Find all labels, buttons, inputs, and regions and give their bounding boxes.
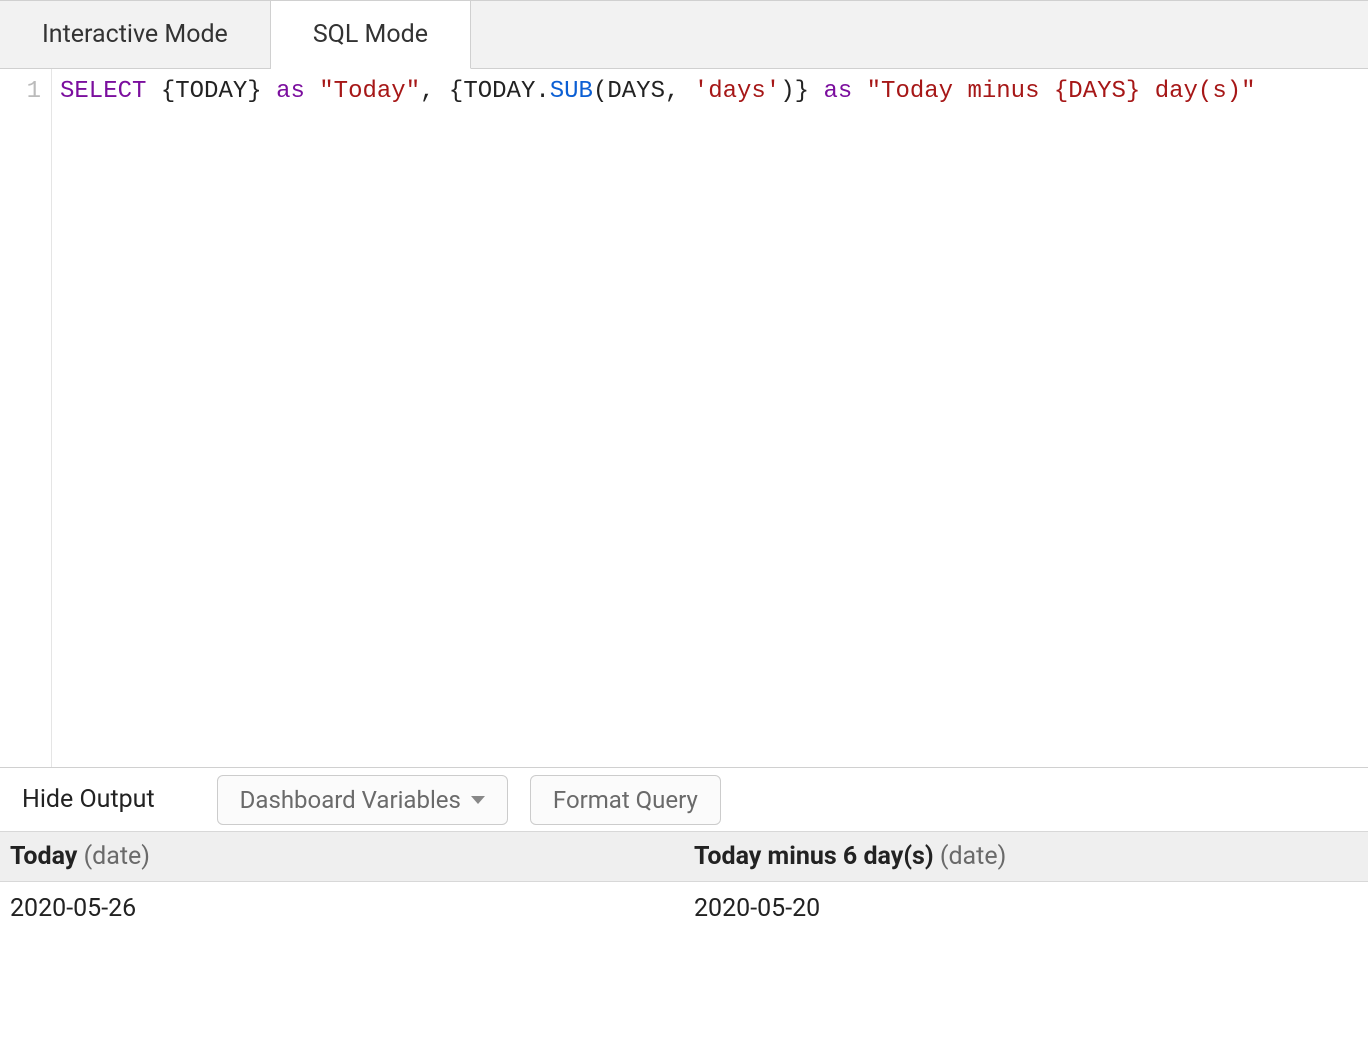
results-table: Today (date) Today minus 6 day(s) (date)… — [0, 831, 1368, 935]
sql-paren-open: ( — [593, 78, 607, 105]
sql-space — [146, 78, 160, 105]
sql-comma: , — [420, 78, 434, 105]
sql-string-today: "Today" — [319, 78, 420, 105]
sql-brace-close: } — [247, 78, 261, 105]
column-name: Today — [10, 842, 77, 871]
sql-ident-today: TODAY — [463, 78, 535, 105]
sql-keyword-as: as — [823, 78, 852, 105]
column-type-value: (date) — [940, 842, 1006, 871]
column-header-today[interactable]: Today (date) — [0, 832, 684, 882]
sql-brace-close: } — [795, 78, 809, 105]
sql-space — [852, 78, 866, 105]
output-toolbar: Hide Output Dashboard Variables Format Q… — [0, 767, 1368, 831]
chevron-down-icon — [471, 796, 485, 804]
sql-comma: , — [665, 78, 679, 105]
format-query-label: Format Query — [553, 786, 698, 814]
sql-brace-open: { — [161, 78, 175, 105]
sql-keyword-select: SELECT — [60, 78, 146, 105]
table-header-row: Today (date) Today minus 6 day(s) (date) — [0, 832, 1368, 882]
sql-string-days: 'days' — [694, 78, 780, 105]
sql-editor[interactable]: 1 SELECT {TODAY} as "Today", {TODAY.SUB(… — [0, 69, 1368, 767]
sql-space — [679, 78, 693, 105]
hide-output-button[interactable]: Hide Output — [22, 785, 155, 814]
column-type-value: (date) — [84, 842, 150, 871]
sql-brace-open: { — [449, 78, 463, 105]
table-row: 2020-05-26 2020-05-20 — [0, 882, 1368, 936]
sql-space — [305, 78, 319, 105]
dashboard-variables-label: Dashboard Variables — [240, 786, 461, 814]
cell-today: 2020-05-26 — [0, 882, 684, 936]
sql-dot: . — [535, 78, 549, 105]
dashboard-variables-button[interactable]: Dashboard Variables — [217, 775, 508, 825]
cell-today-minus: 2020-05-20 — [684, 882, 1368, 936]
sql-space — [809, 78, 823, 105]
column-name: Today minus 6 day(s) — [694, 842, 934, 871]
sql-ident-today: TODAY — [175, 78, 247, 105]
sql-string-today-minus: "Today minus {DAYS} day(s)" — [867, 78, 1256, 105]
column-header-today-minus[interactable]: Today minus 6 day(s) (date) — [684, 832, 1368, 882]
mode-tabs: Interactive Mode SQL Mode — [0, 0, 1368, 69]
editor-code[interactable]: SELECT {TODAY} as "Today", {TODAY.SUB(DA… — [52, 69, 1368, 767]
sql-method-sub: SUB — [550, 78, 593, 105]
format-query-button[interactable]: Format Query — [530, 775, 721, 825]
sql-space — [435, 78, 449, 105]
tab-interactive-mode[interactable]: Interactive Mode — [0, 1, 271, 68]
sql-keyword-as: as — [276, 78, 305, 105]
editor-gutter: 1 — [0, 69, 52, 767]
line-number: 1 — [0, 77, 41, 107]
tab-sql-mode[interactable]: SQL Mode — [271, 1, 471, 69]
sql-space — [262, 78, 276, 105]
sql-paren-close: ) — [780, 78, 794, 105]
sql-ident-days: DAYS — [607, 78, 665, 105]
